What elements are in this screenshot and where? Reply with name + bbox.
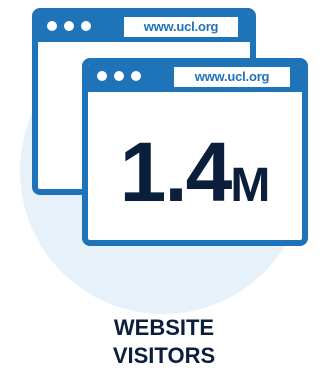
infographic-canvas: www.ucl.org www.ucl.org 1.4M WEBSITE VIS… [0, 0, 328, 383]
front-browser-window: www.ucl.org 1.4M [82, 58, 308, 246]
dot-icon [81, 21, 91, 31]
dot-icon [97, 71, 107, 81]
caption-line-1: WEBSITE [113, 315, 215, 340]
visitor-count-unit: M [230, 159, 271, 212]
back-window-titlebar: www.ucl.org [38, 14, 250, 42]
window-controls [97, 71, 141, 81]
window-controls [47, 21, 91, 31]
dot-icon [131, 71, 141, 81]
visitor-count-value: 1.4 [119, 125, 233, 219]
dot-icon [114, 71, 124, 81]
dot-icon [64, 21, 74, 31]
back-window-url: www.ucl.org [124, 17, 238, 37]
dot-icon [47, 21, 57, 31]
front-window-url: www.ucl.org [174, 67, 290, 87]
caption-line-2: VISITORS [112, 343, 216, 368]
visitor-count: 1.4M [88, 130, 302, 228]
stat-caption: WEBSITE VISITORS [0, 314, 328, 370]
front-window-titlebar: www.ucl.org [88, 64, 302, 92]
